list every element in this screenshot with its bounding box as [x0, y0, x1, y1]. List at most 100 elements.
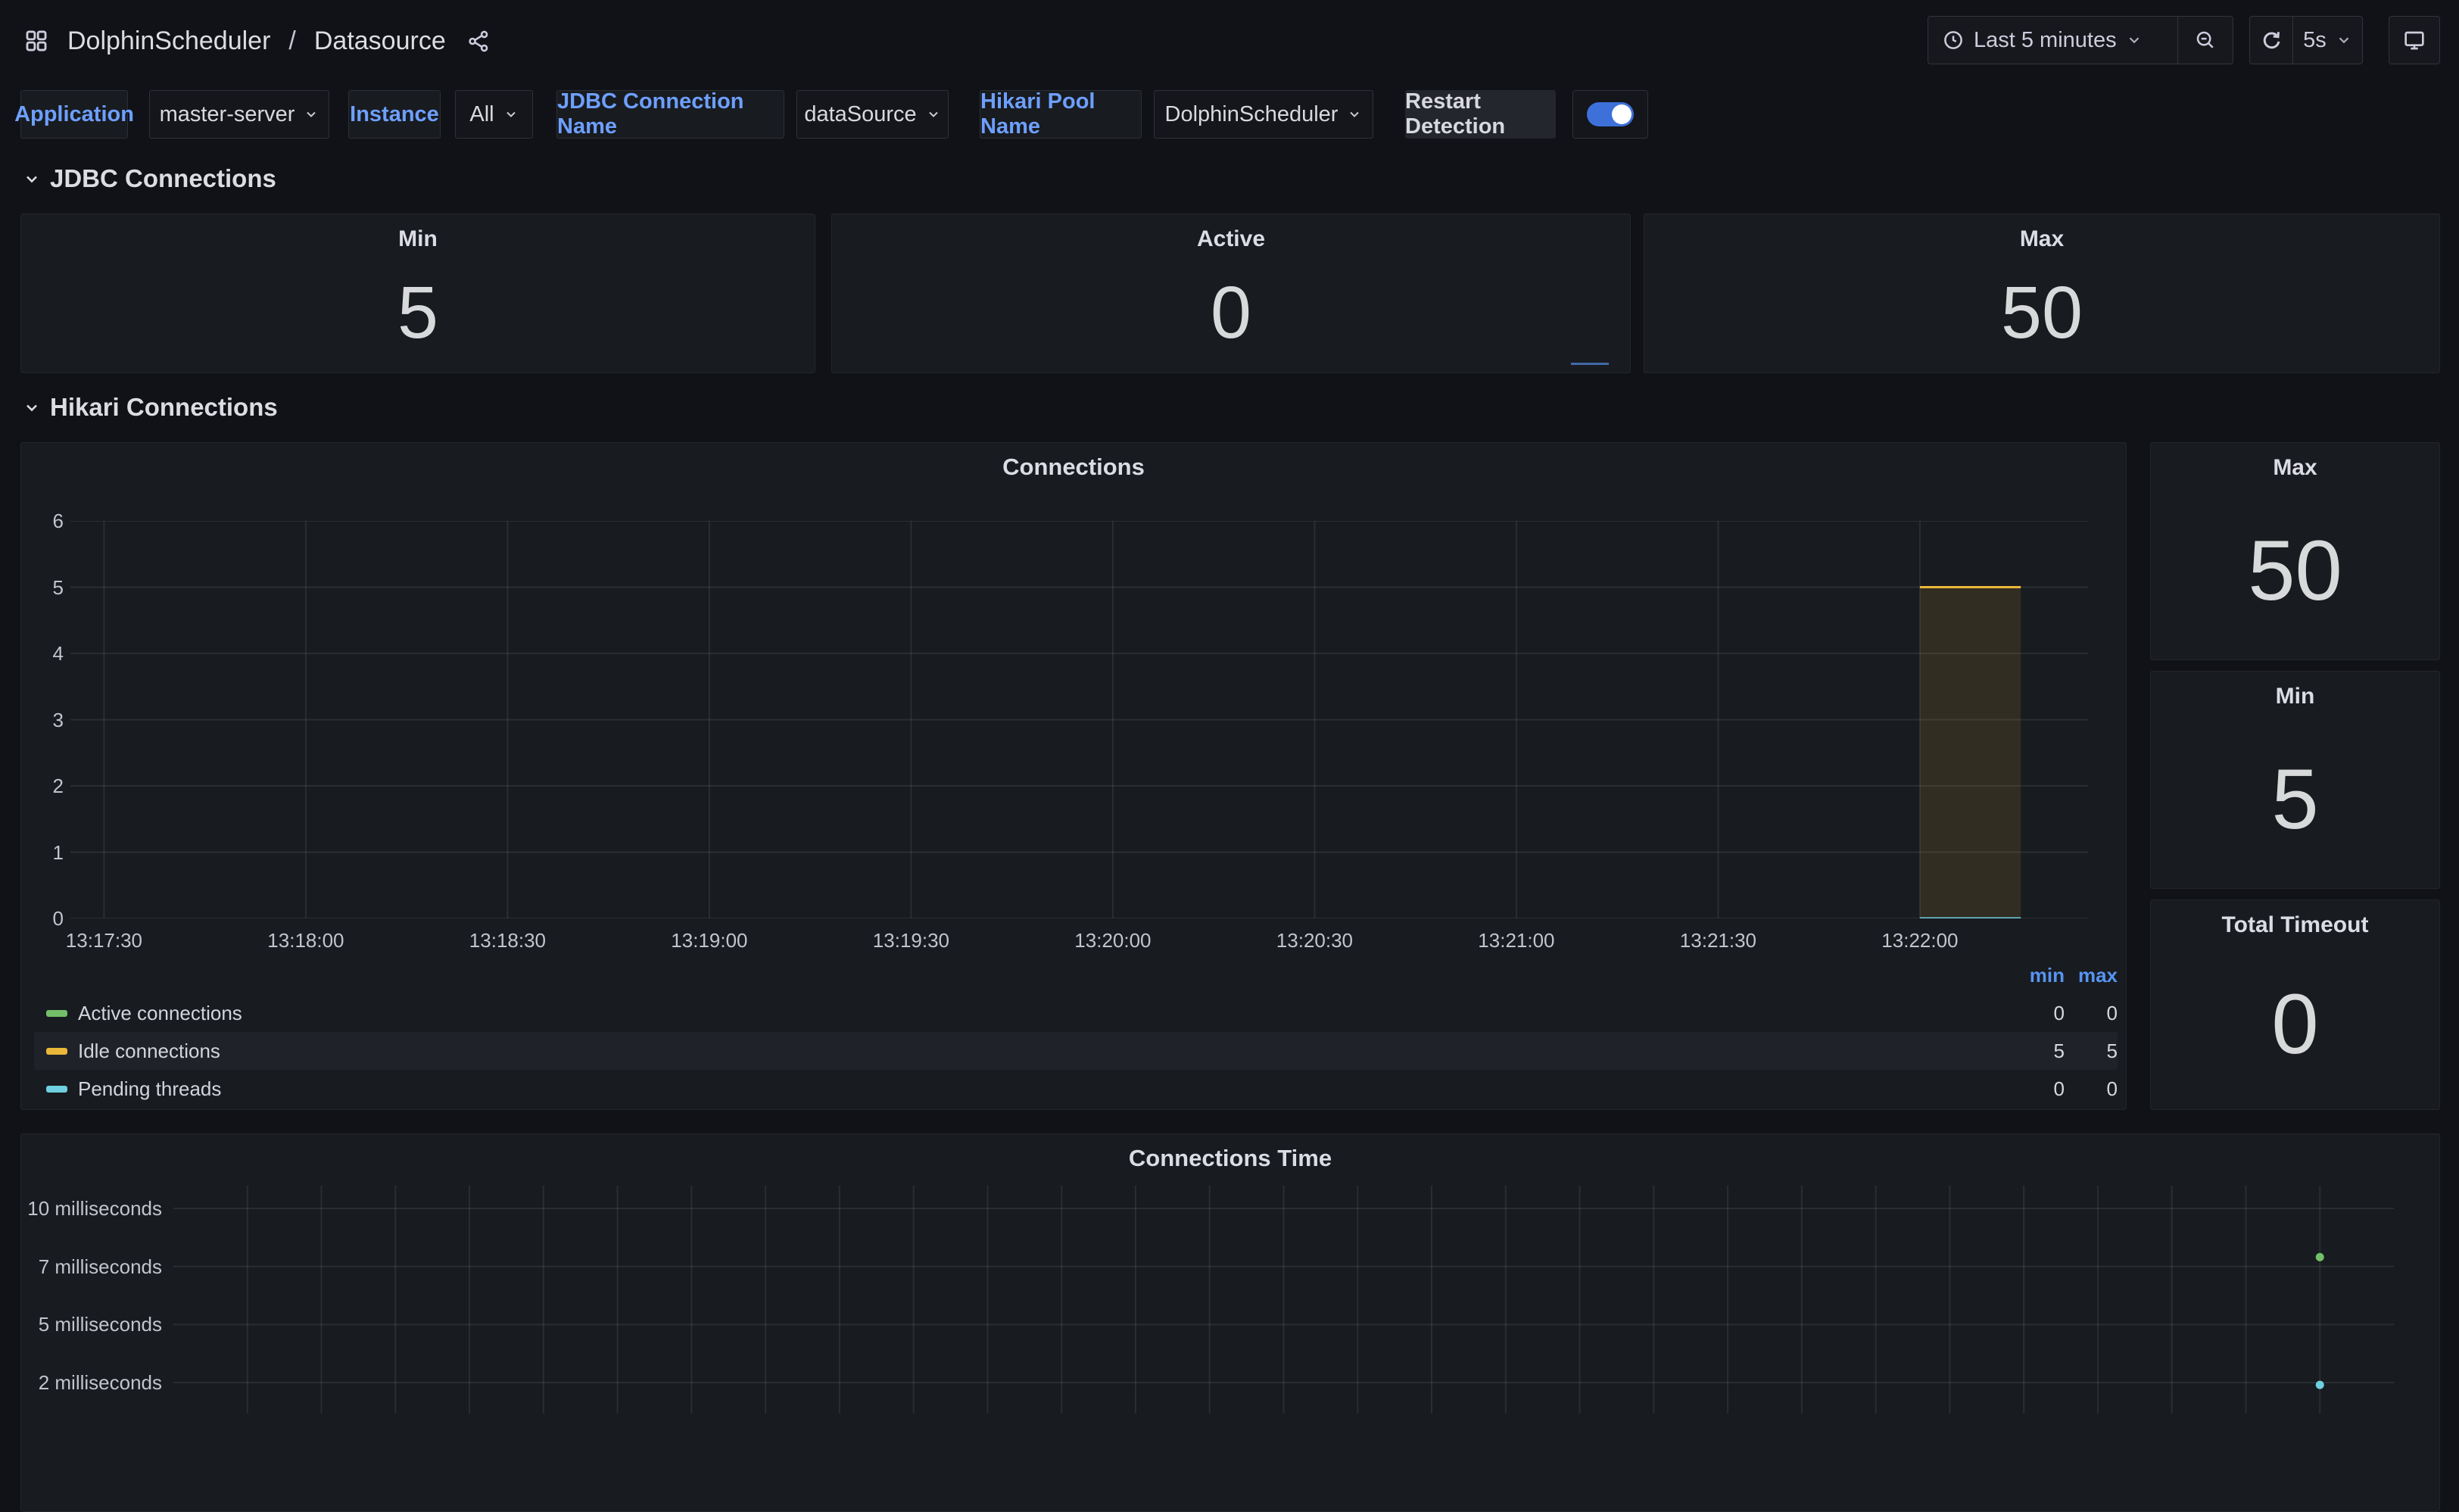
stat-title[interactable]: Active	[1197, 226, 1265, 252]
clock-icon	[1942, 29, 1965, 51]
panel-hikari-max: Max 50	[2150, 442, 2440, 660]
filter-jdbc-connection-name-value[interactable]: dataSource	[796, 90, 949, 139]
y-tick-label: 0	[21, 906, 64, 931]
panel-jdbc-max: Max 50	[1644, 214, 2440, 373]
legend-min-value: 0	[2012, 1002, 2065, 1025]
section-title: Hikari Connections	[50, 393, 278, 422]
filter-label-text: Hikari Pool Name	[980, 89, 1141, 139]
filter-label-text: JDBC Connection Name	[557, 89, 784, 139]
x-tick-label: 13:19:30	[858, 929, 964, 952]
x-tick-label: 13:21:30	[1665, 929, 1771, 952]
legend-sort-min[interactable]: min	[2012, 964, 2065, 987]
stat-title[interactable]: Total Timeout	[2222, 912, 2369, 938]
chevron-down-icon	[503, 107, 519, 122]
legend-min-value: 5	[2012, 1040, 2065, 1063]
panel-connections: Connections 0123456 13:17:3013:18:0013:1…	[20, 442, 2127, 1110]
legend-max-value: 0	[2065, 1077, 2118, 1101]
stat-value: 5	[2271, 709, 2318, 888]
filter-instance-label: Instance	[348, 90, 441, 139]
chevron-down-icon	[926, 107, 941, 122]
series-swatch	[46, 1048, 67, 1055]
filter-instance-value[interactable]: All	[455, 90, 533, 139]
refresh-icon	[2260, 29, 2283, 51]
stat-title[interactable]: Min	[2276, 684, 2315, 709]
legend-label[interactable]: Pending threads	[78, 1077, 221, 1101]
restart-detection-label: Restart Detection	[1405, 90, 1556, 139]
chevron-down-icon	[304, 107, 319, 122]
toggle-knob	[1612, 104, 1632, 124]
y-tick-label: 3	[21, 708, 64, 732]
refresh-button[interactable]	[2250, 17, 2292, 64]
active-sparkline	[1571, 363, 1609, 365]
section-hikari-connections[interactable]: Hikari Connections	[23, 389, 278, 426]
x-tick-label: 13:17:30	[51, 929, 157, 952]
legend-min-value: 0	[2012, 1077, 2065, 1101]
panel-jdbc-active: Active 0	[831, 214, 1631, 373]
chevron-down-icon	[23, 398, 41, 416]
panel-title[interactable]: Connections	[21, 454, 2126, 481]
restart-detection-toggle[interactable]	[1572, 90, 1648, 139]
kiosk-mode-button[interactable]	[2389, 16, 2440, 64]
stat-value: 50	[2001, 252, 2083, 373]
chevron-down-icon	[1347, 107, 1362, 122]
panel-total-timeout: Total Timeout 0	[2150, 899, 2440, 1110]
refresh-interval-label: 5s	[2303, 28, 2327, 53]
breadcrumb: DolphinScheduler / Datasource	[23, 26, 491, 56]
zoom-out-icon	[2194, 29, 2217, 51]
legend-label[interactable]: Active connections	[78, 1002, 242, 1025]
stat-value: 0	[1211, 252, 1251, 373]
x-tick-label: 13:18:30	[454, 929, 560, 952]
breadcrumb-separator: /	[288, 26, 295, 56]
stat-value: 5	[397, 252, 438, 373]
y-tick-label: 5	[21, 575, 64, 600]
apps-grid-icon[interactable]	[23, 28, 49, 54]
filter-value-text: DolphinScheduler	[1165, 102, 1339, 127]
connections-plot[interactable]	[70, 521, 2088, 918]
section-jdbc-connections[interactable]: JDBC Connections	[23, 161, 276, 197]
grafana-dashboard: DolphinScheduler / Datasource Last 5 min…	[0, 0, 2459, 1413]
legend-max-value: 5	[2065, 1040, 2118, 1063]
y-tick-label: 2	[21, 774, 64, 798]
stat-title[interactable]: Min	[398, 226, 438, 252]
connections-time-plot[interactable]	[173, 1186, 2394, 1414]
legend-row-idle-connections: Idle connections 5 5	[34, 1032, 2118, 1070]
breadcrumb-dashboard[interactable]: DolphinScheduler	[67, 26, 270, 56]
time-range-picker[interactable]: Last 5 minutes	[1928, 17, 2177, 64]
filter-label-text: Application	[14, 102, 134, 127]
panel-connections-time: Connections Time 10 milliseconds7 millis…	[20, 1133, 2440, 1512]
panel-title[interactable]: Connections Time	[21, 1145, 2439, 1172]
legend-sort-max[interactable]: max	[2065, 964, 2118, 987]
monitor-icon	[2402, 28, 2426, 52]
stat-value: 0	[2271, 938, 2318, 1109]
filter-label-text: Instance	[350, 102, 439, 127]
y-tick-label: 5 milliseconds	[21, 1312, 162, 1336]
stat-title[interactable]: Max	[2020, 226, 2064, 252]
y-tick-label: 1	[21, 840, 64, 865]
breadcrumb-page[interactable]: Datasource	[314, 26, 446, 56]
legend-label[interactable]: Idle connections	[78, 1040, 220, 1063]
legend-header: min max	[34, 962, 2118, 988]
zoom-out-button[interactable]	[2178, 17, 2233, 64]
toggle-track	[1587, 102, 1634, 126]
chevron-down-icon	[2336, 32, 2352, 48]
share-icon[interactable]	[467, 30, 491, 53]
legend-row-active-connections: Active connections 0 0	[34, 994, 2118, 1032]
section-title: JDBC Connections	[50, 164, 276, 193]
panel-hikari-min: Min 5	[2150, 671, 2440, 889]
filter-value-text: dataSource	[804, 102, 916, 127]
stat-title[interactable]: Max	[2273, 455, 2317, 481]
x-tick-label: 13:18:00	[253, 929, 359, 952]
filter-application-label: Application	[20, 90, 128, 139]
filter-hikari-pool-name-value[interactable]: DolphinScheduler	[1154, 90, 1373, 139]
chevron-down-icon	[2126, 32, 2143, 48]
chevron-down-icon	[23, 170, 41, 188]
refresh-group: 5s	[2249, 16, 2363, 64]
refresh-interval-dropdown[interactable]: 5s	[2293, 17, 2362, 64]
stat-value: 50	[2248, 481, 2342, 659]
y-tick-label: 7 milliseconds	[21, 1255, 162, 1279]
time-range-label: Last 5 minutes	[1974, 28, 2117, 53]
filter-application-value[interactable]: master-server	[149, 90, 329, 139]
filter-label-text: Restart Detection	[1405, 89, 1556, 139]
x-tick-label: 13:20:00	[1060, 929, 1166, 952]
series-swatch	[46, 1086, 67, 1093]
